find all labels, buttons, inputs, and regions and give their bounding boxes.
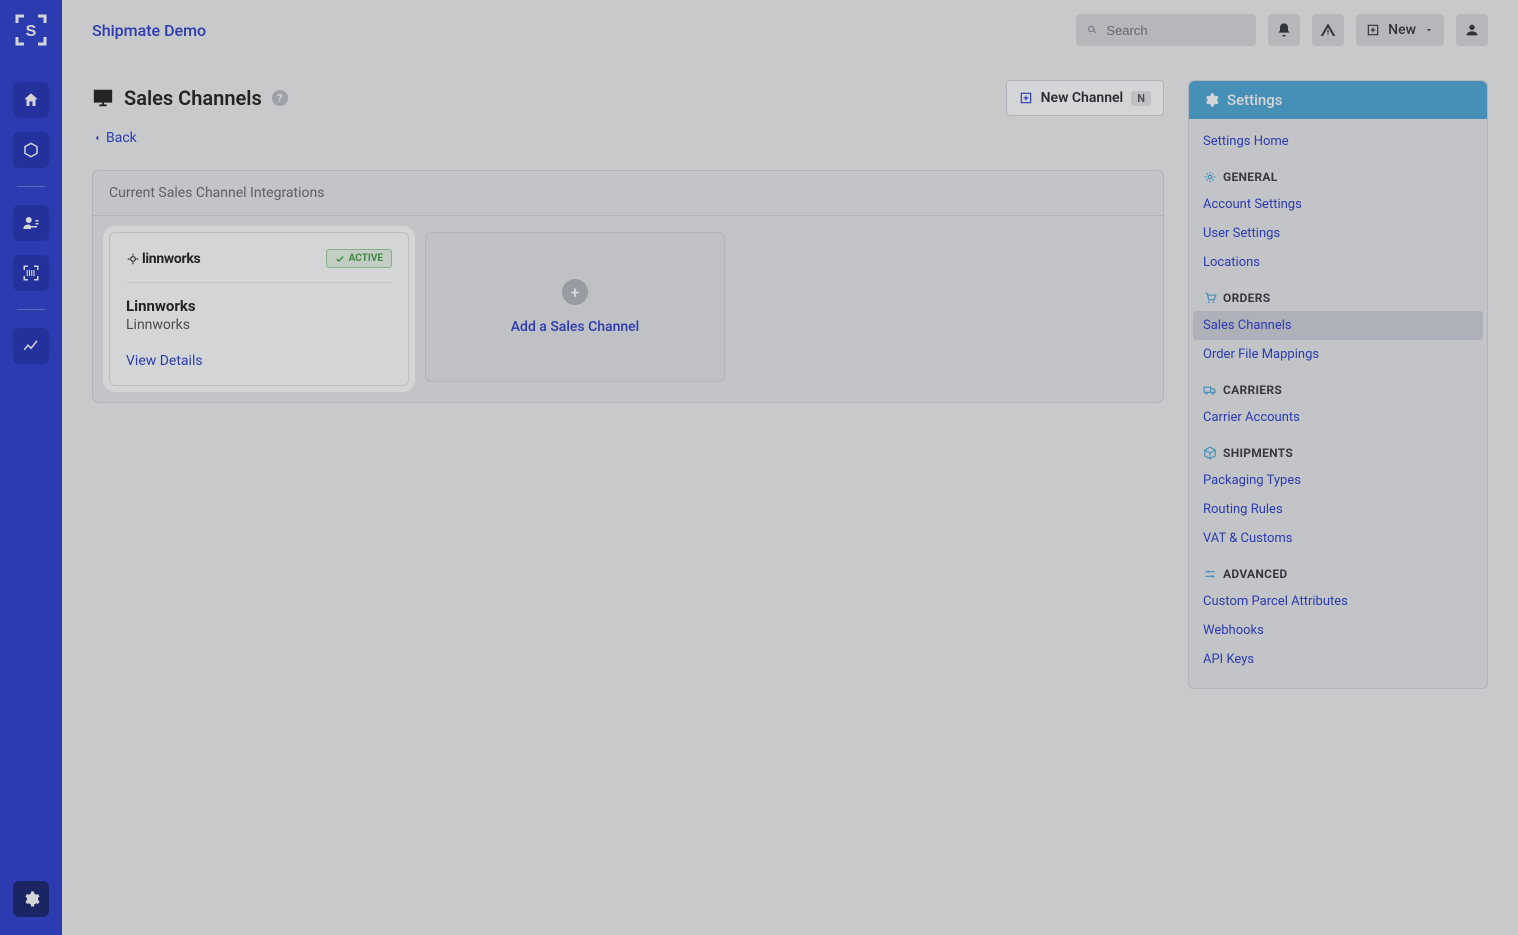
link-vat-customs[interactable]: VAT & Customs bbox=[1189, 524, 1487, 553]
panel-title: Current Sales Channel Integrations bbox=[93, 171, 1163, 216]
chevron-down-icon bbox=[1424, 25, 1434, 35]
new-label: New bbox=[1388, 22, 1416, 38]
plus-square-icon bbox=[1366, 23, 1380, 37]
nav-divider bbox=[17, 186, 45, 187]
settings-home-link[interactable]: Settings Home bbox=[1189, 127, 1487, 156]
box-icon bbox=[1203, 446, 1217, 460]
status-badge-text: ACTIVE bbox=[349, 253, 383, 264]
nav-divider-2 bbox=[17, 309, 45, 310]
bell-icon bbox=[1276, 22, 1292, 38]
page-title: Sales Channels bbox=[124, 86, 262, 110]
global-search[interactable] bbox=[1076, 14, 1256, 46]
help-icon[interactable]: ? bbox=[272, 90, 288, 106]
settings-header: Settings bbox=[1189, 81, 1487, 119]
link-locations[interactable]: Locations bbox=[1189, 248, 1487, 277]
group-carriers-label: CARRIERS bbox=[1223, 383, 1282, 397]
add-channel-card[interactable]: + Add a Sales Channel bbox=[425, 232, 725, 382]
chevron-left-icon bbox=[92, 133, 102, 143]
svg-text:S: S bbox=[26, 23, 37, 40]
group-orders: ORDERS bbox=[1189, 277, 1487, 311]
new-channel-shortcut: N bbox=[1131, 91, 1151, 106]
group-shipments-label: SHIPMENTS bbox=[1223, 446, 1293, 460]
link-order-file-mappings[interactable]: Order File Mappings bbox=[1189, 340, 1487, 369]
link-custom-parcel-attributes[interactable]: Custom Parcel Attributes bbox=[1189, 587, 1487, 616]
status-badge: ACTIVE bbox=[326, 249, 392, 268]
new-dropdown[interactable]: New bbox=[1356, 14, 1444, 46]
group-orders-label: ORDERS bbox=[1223, 291, 1270, 305]
integrations-panel: Current Sales Channel Integrations linnw… bbox=[92, 170, 1164, 403]
warning-icon bbox=[1320, 22, 1336, 38]
nav-customers[interactable] bbox=[13, 205, 49, 241]
nav-home[interactable] bbox=[13, 82, 49, 118]
group-general-label: GENERAL bbox=[1223, 170, 1278, 184]
topbar: Shipmate Demo New bbox=[62, 0, 1518, 60]
card-subtitle: Linnworks bbox=[126, 317, 392, 333]
settings-panel: Settings Settings Home GENERAL Account S… bbox=[1188, 80, 1488, 689]
link-sales-channels[interactable]: Sales Channels bbox=[1193, 311, 1483, 340]
nav-packages[interactable] bbox=[13, 132, 49, 168]
back-label: Back bbox=[106, 130, 137, 146]
monitor-icon bbox=[92, 87, 114, 109]
sliders-icon bbox=[1203, 567, 1217, 581]
app-logo[interactable]: S bbox=[0, 0, 62, 60]
link-webhooks[interactable]: Webhooks bbox=[1189, 616, 1487, 645]
main-content: Sales Channels ? New Channel N Back Curr… bbox=[62, 60, 1518, 935]
user-icon bbox=[1464, 22, 1480, 38]
new-channel-label: New Channel bbox=[1041, 90, 1124, 106]
channel-card-linnworks[interactable]: linnworks ACTIVE Linnworks Linnworks Vie… bbox=[109, 232, 409, 386]
group-general: GENERAL bbox=[1189, 156, 1487, 190]
link-carrier-accounts[interactable]: Carrier Accounts bbox=[1189, 403, 1487, 432]
link-user-settings[interactable]: User Settings bbox=[1189, 219, 1487, 248]
link-packaging-types[interactable]: Packaging Types bbox=[1189, 466, 1487, 495]
account-button[interactable] bbox=[1456, 14, 1488, 46]
cart-icon bbox=[1203, 291, 1217, 305]
search-input[interactable] bbox=[1106, 23, 1246, 38]
link-account-settings[interactable]: Account Settings bbox=[1189, 190, 1487, 219]
gear-icon bbox=[1203, 170, 1217, 184]
vendor-logo: linnworks bbox=[126, 251, 200, 267]
linnworks-icon bbox=[126, 252, 140, 266]
new-channel-button[interactable]: New Channel N bbox=[1006, 80, 1164, 116]
group-carriers: CARRIERS bbox=[1189, 369, 1487, 403]
plus-square-icon bbox=[1019, 91, 1033, 105]
plus-circle-icon: + bbox=[562, 279, 588, 305]
gear-icon bbox=[1203, 92, 1219, 108]
settings-header-label: Settings bbox=[1227, 91, 1283, 109]
vendor-logo-text: linnworks bbox=[142, 251, 200, 267]
back-link[interactable]: Back bbox=[92, 130, 1164, 146]
group-advanced-label: ADVANCED bbox=[1223, 567, 1287, 581]
view-details-link[interactable]: View Details bbox=[126, 353, 392, 369]
add-channel-label: Add a Sales Channel bbox=[511, 319, 639, 335]
notifications-button[interactable] bbox=[1268, 14, 1300, 46]
group-shipments: SHIPMENTS bbox=[1189, 432, 1487, 466]
card-title: Linnworks bbox=[126, 297, 392, 315]
left-nav: S bbox=[0, 0, 62, 935]
check-icon bbox=[335, 254, 345, 264]
alerts-button[interactable] bbox=[1312, 14, 1344, 46]
nav-scan[interactable] bbox=[13, 255, 49, 291]
link-api-keys[interactable]: API Keys bbox=[1189, 645, 1487, 674]
search-icon bbox=[1086, 23, 1098, 37]
nav-analytics[interactable] bbox=[13, 328, 49, 364]
group-advanced: ADVANCED bbox=[1189, 553, 1487, 587]
nav-settings[interactable] bbox=[13, 881, 49, 917]
truck-icon bbox=[1203, 383, 1217, 397]
link-routing-rules[interactable]: Routing Rules bbox=[1189, 495, 1487, 524]
brand-link[interactable]: Shipmate Demo bbox=[92, 21, 206, 40]
